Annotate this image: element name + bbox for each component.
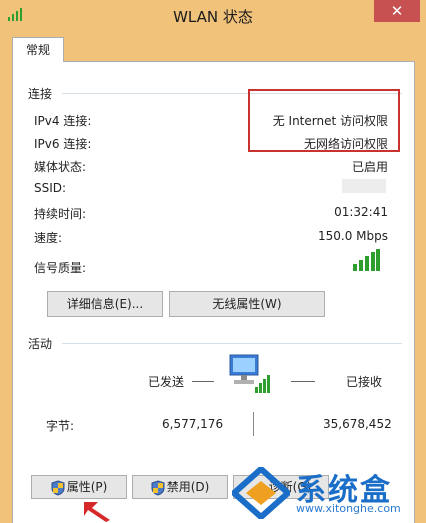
watermark-url: www.xitonghe.com bbox=[296, 502, 401, 515]
duration-label: 持续时间: bbox=[34, 207, 87, 221]
disable-button[interactable]: 禁用(D) bbox=[132, 475, 228, 499]
ssid-value-masked bbox=[342, 179, 386, 193]
media-state-value: 已启用 bbox=[351, 160, 388, 174]
properties-button[interactable]: 属性(P) bbox=[31, 475, 127, 499]
network-computer-icon bbox=[229, 354, 270, 393]
speed-label: 速度: bbox=[34, 231, 63, 245]
uac-shield-icon bbox=[51, 479, 65, 496]
signal-quality-label: 信号质量: bbox=[34, 261, 87, 275]
bytes-divider bbox=[253, 412, 254, 436]
signal-strength-icon bbox=[353, 249, 380, 271]
uac-shield-icon bbox=[151, 479, 165, 496]
title-bar: WLAN 状态 ✕ bbox=[0, 0, 426, 32]
wireless-properties-button[interactable]: 无线属性(W) bbox=[169, 291, 325, 317]
speed-value: 150.0 Mbps bbox=[317, 229, 388, 243]
received-bytes-value: 35,678,452 bbox=[323, 417, 392, 431]
received-label: 已接收 bbox=[346, 375, 383, 389]
media-state-label: 媒体状态: bbox=[34, 160, 87, 174]
sent-label: 已发送 bbox=[148, 375, 185, 389]
close-button[interactable]: ✕ bbox=[374, 0, 420, 22]
tab-general[interactable]: 常规 bbox=[12, 37, 64, 62]
properties-label: 属性(P) bbox=[66, 480, 108, 494]
ipv4-label: IPv4 连接: bbox=[34, 114, 92, 128]
details-button[interactable]: 详细信息(E)... bbox=[47, 291, 163, 317]
watermark: 系统盒 www.xitonghe.com bbox=[232, 465, 422, 522]
window-title: WLAN 状态 bbox=[173, 8, 253, 26]
received-connector-line bbox=[291, 381, 315, 382]
sent-connector-line bbox=[192, 381, 214, 382]
connection-section-label: 连接 bbox=[28, 87, 53, 101]
duration-value: 01:32:41 bbox=[334, 205, 388, 219]
sent-bytes-value: 6,577,176 bbox=[162, 417, 224, 431]
wlan-status-window: WLAN 状态 ✕ 常规 连接 IPv4 连接: 无 Internet 访问权限… bbox=[0, 0, 426, 523]
ssid-label: SSID: bbox=[34, 181, 67, 195]
highlight-annotation-box bbox=[248, 89, 400, 152]
activity-divider bbox=[62, 343, 402, 344]
watermark-logo-icon bbox=[232, 467, 290, 519]
close-icon: ✕ bbox=[390, 2, 404, 20]
activity-section-label: 活动 bbox=[28, 337, 53, 351]
ipv6-label: IPv6 连接: bbox=[34, 137, 92, 151]
arrow-annotation-icon bbox=[84, 502, 110, 522]
bytes-label: 字节: bbox=[46, 419, 75, 433]
disable-label: 禁用(D) bbox=[166, 480, 210, 494]
